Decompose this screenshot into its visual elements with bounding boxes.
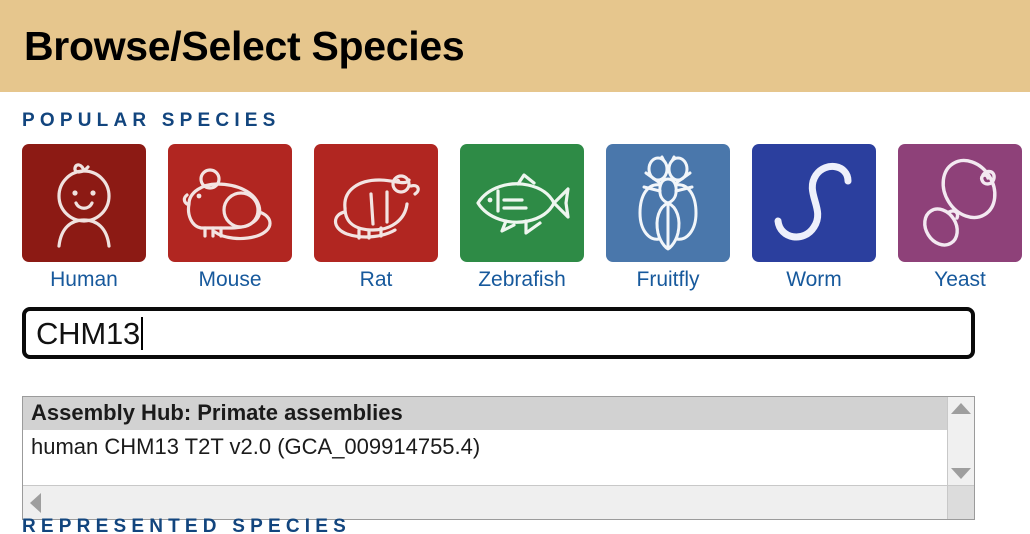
species-item-human[interactable]: Human [22,144,146,291]
page-title: Browse/Select Species [24,22,465,69]
species-search-input[interactable]: CHM13 [22,307,975,360]
vertical-scrollbar[interactable] [947,397,974,485]
species-label-zebrafish: Zebrafish [478,268,566,291]
species-search-wrap: CHM13 [0,307,1030,360]
species-label-yeast: Yeast [934,268,986,291]
species-tile-mouse[interactable] [168,144,292,262]
page-header: Browse/Select Species [0,0,1030,92]
rat-icon [325,162,427,244]
species-tile-worm[interactable] [752,144,876,262]
species-item-worm[interactable]: Worm [752,144,876,291]
triangle-up-icon[interactable] [951,403,971,414]
horizontal-scrollbar[interactable] [23,485,974,519]
species-tile-yeast[interactable] [898,144,1022,262]
triangle-left-icon[interactable] [30,492,41,513]
popular-species-row: Human Mouse Rat Zebrafish Fruitfly Worm … [0,144,1030,291]
species-tile-human[interactable] [22,144,146,262]
species-tile-zebrafish[interactable] [460,144,584,262]
popular-species-heading: POPULAR SPECIES [22,110,281,131]
autocomplete-list: Assembly Hub: Primate assemblies human C… [23,397,947,485]
species-label-human: Human [50,268,118,291]
fly-icon [626,155,710,251]
species-search-value: CHM13 [36,315,141,351]
scrollbar-corner [947,485,974,519]
text-caret [141,316,144,350]
fish-icon [470,167,574,239]
species-tile-fruitfly[interactable] [606,144,730,262]
species-item-mouse[interactable]: Mouse [168,144,292,291]
species-item-zebrafish[interactable]: Zebrafish [460,144,584,291]
species-label-rat: Rat [359,268,393,291]
species-tile-rat[interactable] [314,144,438,262]
clipped-section-heading: REPRESENTED SPECIES [22,516,351,534]
species-label-fruitfly: Fruitfly [636,268,700,291]
autocomplete-group-header: Assembly Hub: Primate assemblies [23,397,947,431]
species-label-worm: Worm [786,268,842,291]
autocomplete-dropdown[interactable]: Assembly Hub: Primate assemblies human C… [22,396,975,520]
yeast-cell-icon [915,155,1005,251]
species-item-rat[interactable]: Rat [314,144,438,291]
autocomplete-body: Assembly Hub: Primate assemblies human C… [23,397,974,485]
autocomplete-option[interactable]: human CHM13 T2T v2.0 (GCA_009914755.4) [23,430,947,464]
worm-icon [764,155,864,251]
mouse-icon [179,162,281,244]
species-item-fruitfly[interactable]: Fruitfly [606,144,730,291]
triangle-down-icon[interactable] [951,468,971,479]
species-item-yeast[interactable]: Yeast [898,144,1022,291]
baby-face-icon [42,158,126,248]
species-label-mouse: Mouse [198,268,262,291]
